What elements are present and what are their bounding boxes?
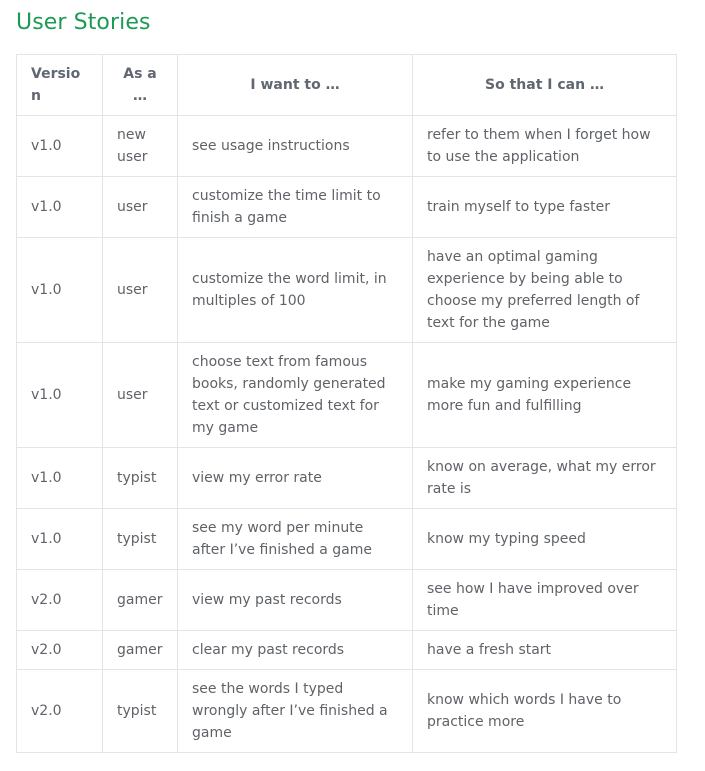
role-cell: user	[102, 237, 178, 343]
want-cell: view my error rate	[177, 447, 413, 509]
want-cell: see the words I typed wrongly after I’ve…	[177, 669, 413, 753]
role-cell: typist	[102, 447, 178, 509]
table-row: v1.0 typist view my error rate know on a…	[16, 447, 677, 509]
table-row: v2.0 gamer clear my past records have a …	[16, 630, 677, 670]
role-cell: new user	[102, 115, 178, 177]
benefit-cell: see how I have improved over time	[412, 569, 677, 631]
benefit-cell: know my typing speed	[412, 508, 677, 570]
want-cell: clear my past records	[177, 630, 413, 670]
version-cell: v1.0	[16, 508, 103, 570]
benefit-cell: have an optimal gaming experience by bei…	[412, 237, 677, 343]
table-row: v1.0 user customize the time limit to fi…	[16, 176, 677, 238]
version-cell: v1.0	[16, 342, 103, 448]
benefit-cell: train myself to type faster	[412, 176, 677, 238]
role-cell: gamer	[102, 630, 178, 670]
table-row: v2.0 typist see the words I typed wrongl…	[16, 669, 677, 753]
table-row: v1.0 new user see usage instructions ref…	[16, 115, 677, 177]
role-cell: typist	[102, 508, 178, 570]
table-row: v2.0 gamer view my past records see how …	[16, 569, 677, 631]
role-cell: user	[102, 176, 178, 238]
table-row: v1.0 user customize the word limit, in m…	[16, 237, 677, 343]
benefit-cell: make my gaming experience more fun and f…	[412, 342, 677, 448]
want-cell: choose text from famous books, randomly …	[177, 342, 413, 448]
column-header-want: I want to …	[177, 54, 413, 116]
want-cell: customize the word limit, in multiples o…	[177, 237, 413, 343]
want-cell: see my word per minute after I’ve finish…	[177, 508, 413, 570]
version-cell: v1.0	[16, 115, 103, 177]
version-cell: v1.0	[16, 176, 103, 238]
column-header-version: Version	[16, 54, 103, 116]
column-header-benefit: So that I can …	[412, 54, 677, 116]
want-cell: customize the time limit to finish a gam…	[177, 176, 413, 238]
table-header-row: Version As a … I want to … So that I can…	[16, 54, 677, 116]
table-row: v1.0 user choose text from famous books,…	[16, 342, 677, 448]
benefit-cell: know on average, what my error rate is	[412, 447, 677, 509]
user-stories-table: Version As a … I want to … So that I can…	[16, 54, 677, 753]
want-cell: see usage instructions	[177, 115, 413, 177]
role-cell: user	[102, 342, 178, 448]
version-cell: v1.0	[16, 447, 103, 509]
version-cell: v2.0	[16, 630, 103, 670]
benefit-cell: know which words I have to practice more	[412, 669, 677, 753]
section-heading: User Stories	[16, 10, 151, 35]
want-cell: view my past records	[177, 569, 413, 631]
table-row: v1.0 typist see my word per minute after…	[16, 508, 677, 570]
benefit-cell: refer to them when I forget how to use t…	[412, 115, 677, 177]
version-cell: v2.0	[16, 669, 103, 753]
role-cell: typist	[102, 669, 178, 753]
version-cell: v1.0	[16, 237, 103, 343]
user-stories-section: User Stories Version As a … I want to … …	[16, 8, 688, 753]
column-header-role: As a …	[102, 54, 178, 116]
role-cell: gamer	[102, 569, 178, 631]
version-cell: v2.0	[16, 569, 103, 631]
benefit-cell: have a fresh start	[412, 630, 677, 670]
